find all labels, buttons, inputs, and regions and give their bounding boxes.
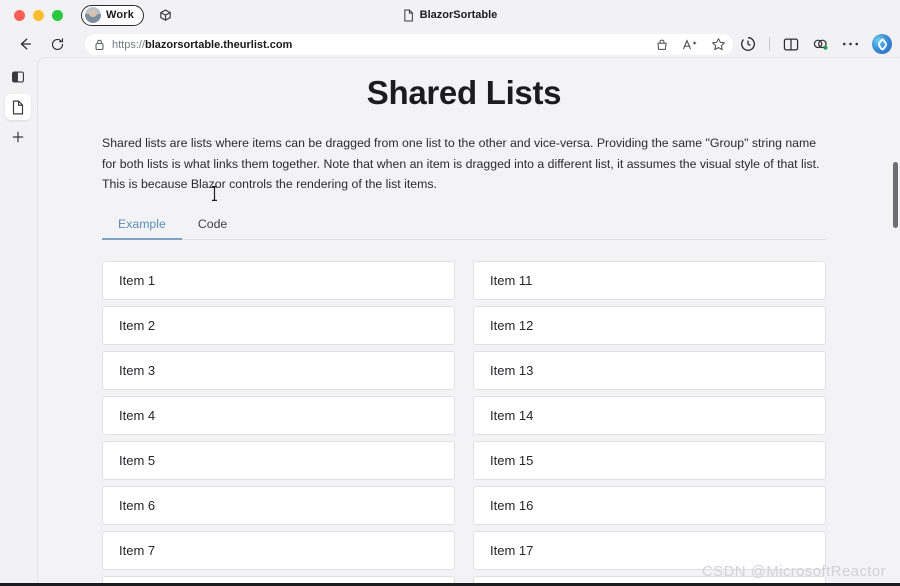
- window-controls: [14, 9, 63, 21]
- web-content-viewport: Shared Lists Shared lists are lists wher…: [38, 58, 900, 586]
- browser-toolbar: https://blazorsortable.theurlist.com: [0, 30, 900, 58]
- list-item[interactable]: Item 16: [473, 485, 826, 525]
- address-bar[interactable]: https://blazorsortable.theurlist.com: [85, 34, 733, 55]
- web-page: Shared Lists Shared lists are lists wher…: [38, 58, 890, 586]
- profile-button[interactable]: Work: [81, 4, 145, 26]
- page-container: Shared Lists Shared lists are lists wher…: [102, 58, 826, 586]
- workspaces-icon[interactable]: [158, 8, 173, 23]
- list-item[interactable]: Item 6: [102, 485, 455, 525]
- profile-label: Work: [106, 9, 135, 21]
- read-aloud-icon[interactable]: [682, 38, 698, 52]
- document-icon: [404, 8, 413, 22]
- toolbar-right-actions: [740, 30, 892, 58]
- avatar: [85, 7, 101, 23]
- scrollbar-thumb[interactable]: [892, 162, 898, 228]
- tab-title: BlazorSortable: [419, 9, 498, 21]
- title-bar: Work BlazorSortable: [0, 0, 900, 30]
- lock-icon: [95, 39, 104, 50]
- list-item[interactable]: Item 2: [102, 305, 455, 345]
- copilot-history-icon[interactable]: [740, 36, 756, 52]
- content-tabs: Example Code: [102, 211, 826, 240]
- tab-code[interactable]: Code: [182, 211, 243, 240]
- split-screen-icon[interactable]: [783, 37, 799, 52]
- more-options-icon[interactable]: [842, 41, 859, 47]
- tab-example[interactable]: Example: [102, 211, 182, 240]
- watermark: CSDN @MicrosoftReactor: [701, 563, 886, 580]
- list-item[interactable]: Item 5: [102, 440, 455, 480]
- copilot-icon[interactable]: [872, 34, 892, 54]
- reload-icon[interactable]: [45, 32, 69, 56]
- list-item[interactable]: Item 14: [473, 395, 826, 435]
- shopping-bag-icon[interactable]: [655, 38, 669, 52]
- address-bar-url: https://blazorsortable.theurlist.com: [112, 39, 292, 51]
- page-icon[interactable]: [5, 94, 31, 120]
- list-item[interactable]: Item 11: [473, 260, 826, 300]
- url-scheme: https://: [112, 38, 146, 51]
- browser-window: Work BlazorSortable https://blazorsortab…: [0, 0, 900, 586]
- list-item[interactable]: Item 1: [102, 260, 455, 300]
- sortable-list-right[interactable]: Item 11 Item 12 Item 13 Item 14 Item 15 …: [473, 260, 826, 586]
- browser-essentials-icon[interactable]: [812, 37, 829, 52]
- page-intro-paragraph: Shared lists are lists where items can b…: [102, 136, 820, 191]
- favorite-star-icon[interactable]: [711, 37, 726, 52]
- add-icon[interactable]: [5, 124, 31, 150]
- maximize-window-button[interactable]: [52, 9, 63, 21]
- tab-actions-icon[interactable]: [5, 64, 31, 90]
- page-scrollbar[interactable]: [890, 58, 900, 586]
- sortable-list-left[interactable]: Item 1 Item 2 Item 3 Item 4 Item 5 Item …: [102, 260, 455, 586]
- minimize-window-button[interactable]: [33, 9, 44, 21]
- list-item[interactable]: Item 13: [473, 350, 826, 390]
- close-window-button[interactable]: [14, 9, 25, 21]
- list-item[interactable]: Item 3: [102, 350, 455, 390]
- sortable-lists: Item 1 Item 2 Item 3 Item 4 Item 5 Item …: [102, 260, 826, 586]
- list-item[interactable]: Item 12: [473, 305, 826, 345]
- url-domain: blazorsortable.theurlist.com: [145, 38, 293, 51]
- browser-side-rail: [0, 58, 36, 586]
- list-item[interactable]: Item 7: [102, 530, 455, 570]
- page-title: Shared Lists: [366, 74, 562, 111]
- toolbar-divider: [769, 37, 770, 51]
- list-item[interactable]: Item 4: [102, 395, 455, 435]
- back-arrow-icon[interactable]: [13, 32, 37, 56]
- omnibox-actions: [655, 34, 726, 55]
- list-item[interactable]: Item 15: [473, 440, 826, 480]
